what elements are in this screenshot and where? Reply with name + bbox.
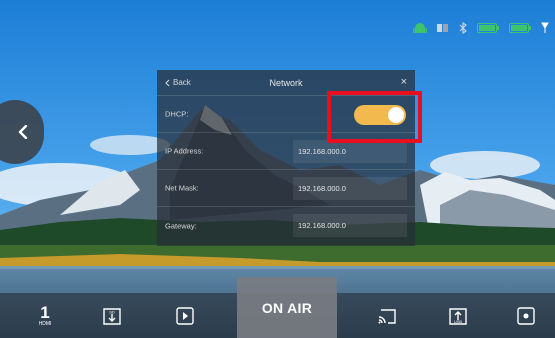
net-mask-label: Net Mask: [165, 183, 199, 193]
sim-icon [437, 24, 448, 32]
chevron-left-small-icon [165, 79, 170, 86]
sd-import-icon: SD [103, 307, 121, 325]
hdmi-input-button[interactable]: 1 HDMI [30, 293, 60, 338]
panel-back-button[interactable]: Back [165, 78, 191, 87]
input-label: HDMI [38, 321, 52, 327]
usb-export-button[interactable]: USB [445, 293, 471, 338]
record-button[interactable] [514, 293, 538, 338]
play-icon [176, 306, 194, 325]
net-mask-field[interactable]: 192.168.000.0 [293, 177, 407, 200]
sd-label: SD [109, 309, 115, 314]
power-icon [541, 22, 549, 33]
play-button[interactable] [173, 293, 197, 338]
cast-icon [378, 308, 396, 324]
android-icon [413, 23, 427, 33]
cast-button[interactable] [374, 293, 400, 338]
record-icon [517, 306, 535, 325]
ip-address-field[interactable]: 192.168.000.0 [293, 140, 407, 163]
usb-label: USB [454, 319, 463, 324]
net-mask-row: Net Mask: 192.168.000.0 [157, 170, 415, 207]
bluetooth-icon [459, 22, 467, 34]
usb-export-icon: USB [449, 307, 467, 325]
battery-2-icon [509, 23, 531, 33]
on-air-button[interactable]: ON AIR [237, 277, 337, 338]
input-number: 1 [40, 303, 50, 322]
close-icon[interactable]: × [401, 76, 407, 88]
dhcp-label: DHCP: [165, 109, 189, 119]
sd-import-button[interactable]: SD [98, 293, 126, 338]
screen: Back Network × DHCP: IP Address: 192.168… [0, 0, 555, 338]
ip-address-label: IP Address: [165, 146, 204, 156]
status-bar [413, 20, 549, 36]
battery-1-icon [477, 23, 499, 33]
gateway-label: Gateway: [165, 221, 197, 230]
panel-title: Network [269, 77, 303, 88]
highlight-box [327, 91, 422, 143]
panel-back-label: Back [173, 78, 191, 87]
chevron-left-icon [18, 125, 28, 139]
gateway-field[interactable]: 192.168.000.0 [293, 214, 407, 237]
gateway-row: Gateway: 192.168.000.0 [157, 207, 415, 244]
